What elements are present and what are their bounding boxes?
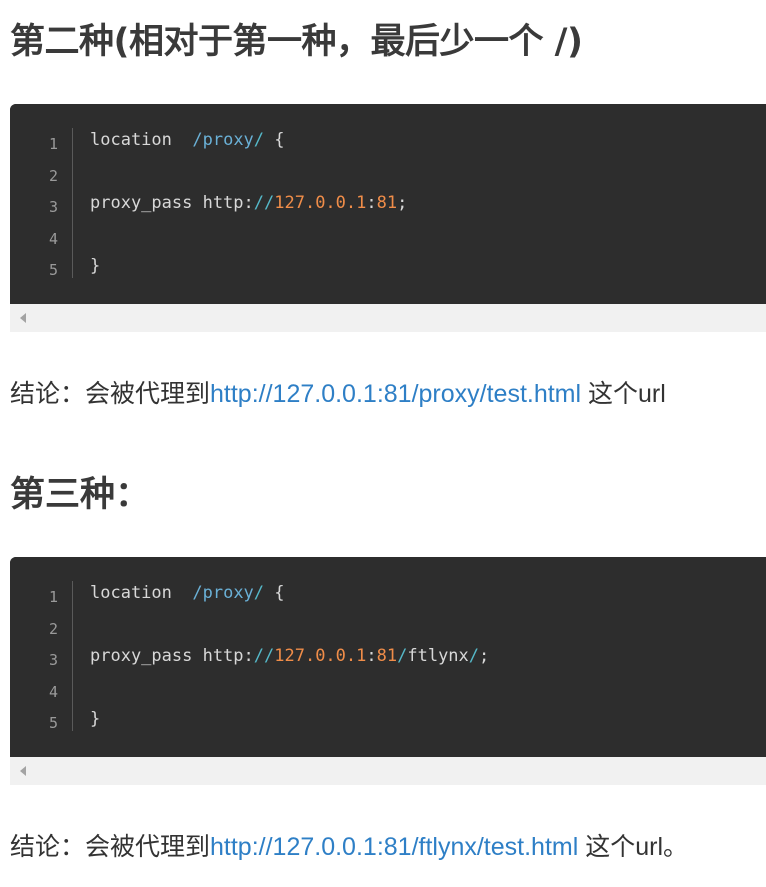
code-colon: : xyxy=(366,646,377,666)
code-line-5: } xyxy=(90,709,101,729)
code-slash: // xyxy=(253,193,275,213)
line-number: 4 xyxy=(48,230,58,248)
conclusion-prefix: 结论：会被代理到 xyxy=(10,380,211,408)
line-number: 3 xyxy=(48,651,58,669)
code-slash: / xyxy=(397,646,408,666)
code-brace: { xyxy=(264,583,285,603)
code-semicolon: ; xyxy=(397,193,408,213)
proxy-url-link[interactable]: http://127.0.0.1:81/ftlynx/test.html xyxy=(210,833,578,861)
line-number-gutter: 1 2 3 4 5 xyxy=(10,128,73,279)
code-line-1: location /proxy/ { xyxy=(90,129,285,151)
code-path: /proxy xyxy=(192,130,254,150)
code-keyword: location xyxy=(90,583,172,603)
code-line-5: } xyxy=(90,256,101,276)
code-area: 1 2 3 4 5 location /proxy/ { proxy_pass … xyxy=(10,104,766,304)
code-path: /proxy xyxy=(192,583,254,603)
code-path-segment: ftlynx xyxy=(407,646,469,666)
code-directive: proxy_pass http: xyxy=(90,646,254,666)
horizontal-scrollbar[interactable] xyxy=(10,757,766,785)
code-line-3: proxy_pass http://127.0.0.1:81/ftlynx/; xyxy=(90,645,489,667)
proxy-url-link[interactable]: http://127.0.0.1:81/proxy/test.html xyxy=(210,380,581,408)
line-number: 3 xyxy=(48,198,58,216)
code-semicolon: ; xyxy=(479,646,490,666)
horizontal-scrollbar[interactable] xyxy=(10,304,766,332)
code-line-3: proxy_pass http://127.0.0.1:81; xyxy=(90,192,407,214)
line-number: 5 xyxy=(48,714,58,732)
section-heading-third-method: 第三种： xyxy=(10,475,151,515)
conclusion-paragraph: 结论：会被代理到http://127.0.0.1:81/proxy/test.h… xyxy=(10,378,666,410)
code-line-1: location /proxy/ { xyxy=(90,582,285,604)
code-directive: proxy_pass http: xyxy=(90,193,254,213)
line-number: 2 xyxy=(48,620,58,638)
conclusion-suffix: 这个url。 xyxy=(578,833,689,861)
code-ip: 127.0.0.1 xyxy=(274,193,367,213)
line-number: 2 xyxy=(48,167,58,185)
scroll-left-arrow-icon[interactable] xyxy=(20,766,26,776)
line-number: 4 xyxy=(48,683,58,701)
code-slash: / xyxy=(253,130,265,150)
code-port: 81 xyxy=(376,646,398,666)
scroll-left-arrow-icon[interactable] xyxy=(20,313,26,323)
conclusion-prefix: 结论：会被代理到 xyxy=(10,833,211,861)
code-area: 1 2 3 4 5 location /proxy/ { proxy_pass … xyxy=(10,557,766,757)
code-colon: : xyxy=(366,193,377,213)
line-number-gutter: 1 2 3 4 5 xyxy=(10,581,73,732)
code-block-third-method: 1 2 3 4 5 location /proxy/ { proxy_pass … xyxy=(10,557,766,785)
line-number: 1 xyxy=(48,135,58,153)
code-slash: // xyxy=(253,646,275,666)
conclusion-suffix: 这个url xyxy=(581,380,666,408)
code-brace: { xyxy=(264,130,285,150)
conclusion-paragraph: 结论：会被代理到http://127.0.0.1:81/ftlynx/test.… xyxy=(10,831,688,863)
line-number: 1 xyxy=(48,588,58,606)
code-block-second-method: 1 2 3 4 5 location /proxy/ { proxy_pass … xyxy=(10,104,766,332)
code-slash: / xyxy=(253,583,265,603)
code-port: 81 xyxy=(376,193,398,213)
code-ip: 127.0.0.1 xyxy=(274,646,367,666)
code-slash: / xyxy=(468,646,480,666)
section-heading-second-method: 第二种(相对于第一种，最后少一个 /) xyxy=(10,22,583,62)
code-keyword: location xyxy=(90,130,172,150)
line-number: 5 xyxy=(48,261,58,279)
